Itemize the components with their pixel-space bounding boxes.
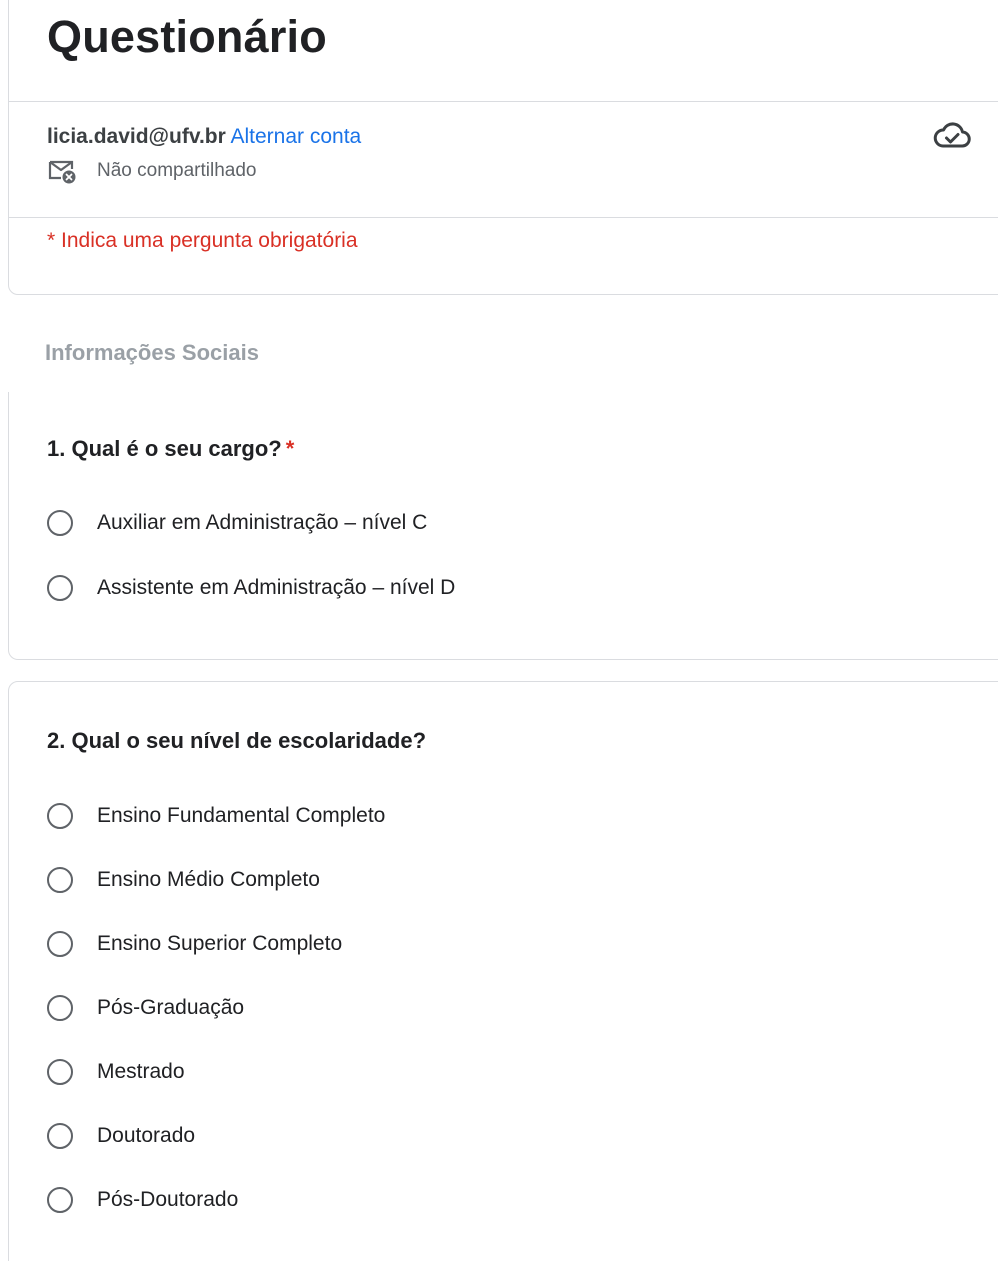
question-title-1-text: 1. Qual é o seu cargo? (47, 436, 282, 461)
mail-off-icon (48, 160, 76, 184)
radio-button[interactable] (47, 803, 73, 829)
switch-account-link[interactable]: Alternar conta (231, 125, 362, 148)
header-divider-2 (9, 217, 998, 218)
option-label: Doutorado (97, 1124, 196, 1147)
option-superior[interactable]: Ensino Superior Completo (47, 931, 342, 957)
option-label: Ensino Médio Completo (97, 868, 320, 891)
radio-button[interactable] (47, 510, 73, 536)
question-card-2: 2. Qual o seu nível de escolaridade? Ens… (8, 681, 998, 1261)
option-pos-doutorado[interactable]: Pós-Doutorado (47, 1187, 238, 1213)
account-email: licia.david@ufv.br (47, 125, 226, 148)
section-title: Informações Sociais (45, 340, 259, 365)
form-title: Questionário (47, 11, 327, 62)
radio-button[interactable] (47, 931, 73, 957)
option-label: Auxiliar em Administração – nível C (97, 511, 428, 534)
option-assistente[interactable]: Assistente em Administração – nível D (47, 575, 455, 601)
question-title-1: 1. Qual é o seu cargo? * (47, 436, 294, 462)
option-label: Pós-Graduação (97, 996, 245, 1019)
option-label: Assistente em Administração – nível D (97, 576, 456, 599)
option-label: Ensino Fundamental Completo (97, 804, 386, 827)
option-fundamental[interactable]: Ensino Fundamental Completo (47, 803, 385, 829)
required-star: * (285, 436, 295, 461)
question-card-1: 1. Qual é o seu cargo? * Auxiliar em Admi… (8, 392, 998, 660)
option-pos-graduacao[interactable]: Pós-Graduação (47, 995, 244, 1021)
option-label: Mestrado (97, 1060, 185, 1083)
account-row: licia.david@ufv.br Alternar conta (47, 125, 361, 149)
radio-button[interactable] (47, 1059, 73, 1085)
required-note: * Indica uma pergunta obrigatória (47, 229, 358, 252)
option-doutorado[interactable]: Doutorado (47, 1123, 195, 1149)
radio-button[interactable] (47, 575, 73, 601)
option-auxiliar[interactable]: Auxiliar em Administração – nível C (47, 510, 427, 536)
radio-button[interactable] (47, 1187, 73, 1213)
radio-button[interactable] (47, 1123, 73, 1149)
option-label: Pós-Doutorado (97, 1188, 239, 1211)
option-mestrado[interactable]: Mestrado (47, 1059, 185, 1085)
option-label: Ensino Superior Completo (97, 932, 343, 955)
share-status-row: Não compartilhado (47, 157, 256, 185)
option-medio[interactable]: Ensino Médio Completo (47, 867, 320, 893)
radio-button[interactable] (47, 867, 73, 893)
question-title-2: 2. Qual o seu nível de escolaridade? (47, 728, 427, 753)
form-page: Questionário licia.david@ufv.br Alternar… (0, 0, 998, 1261)
header-divider (9, 101, 998, 102)
share-status-text: Não compartilhado (97, 160, 257, 181)
radio-button[interactable] (47, 995, 73, 1021)
form-header-card: Questionário licia.david@ufv.br Alternar… (8, 0, 998, 295)
cloud-check-icon (933, 122, 971, 148)
